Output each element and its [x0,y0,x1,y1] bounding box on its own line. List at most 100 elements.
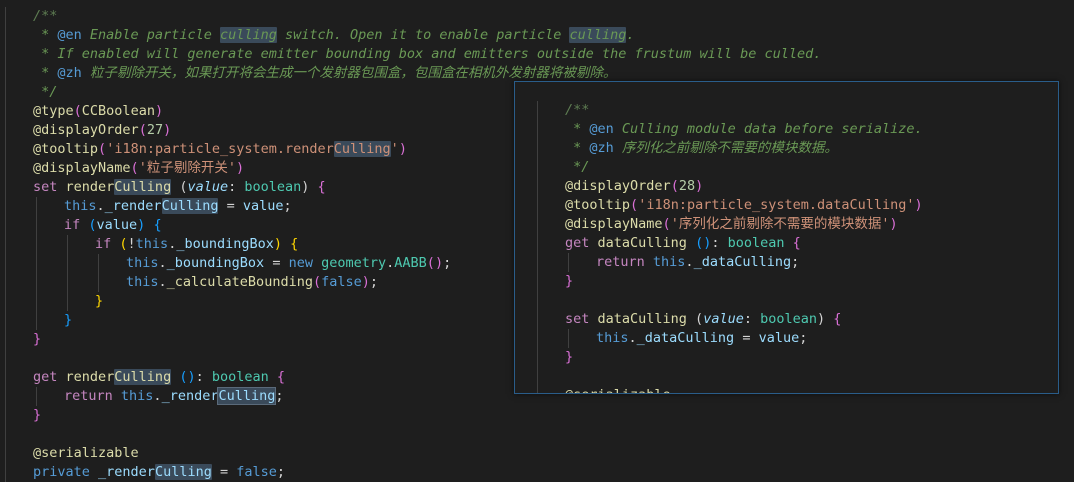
code-token: private [33,464,99,480]
code-line[interactable]: @serializable [565,386,671,393]
code-token: ( [670,178,679,194]
code-line[interactable]: @displayName('序列化之前剔除不需要的模块数据') [565,215,898,234]
code-line[interactable]: */ [33,83,57,102]
code-token: culling [569,27,627,43]
code-line[interactable]: @type(CCBoolean) [33,102,163,121]
code-line[interactable]: return this._dataCulling; [596,253,799,272]
code-token: geometry [321,255,387,271]
code-token: @ [33,122,42,138]
code-line[interactable]: } [33,330,41,349]
code-token: ( [312,274,322,290]
code-token: { [792,235,801,251]
code-line[interactable]: */ [565,158,589,177]
code-token: { [153,217,162,233]
code-token: '序列化之前剔除不需要的模块数据' [670,216,890,232]
code-token: ) [301,179,318,195]
code-line[interactable]: if (!this._boundingBox) { [95,235,298,254]
code-token: this [596,330,629,346]
code-token: tooltip [41,141,99,157]
code-line[interactable]: this._boundingBox = new geometry.AABB(); [126,254,451,273]
code-line[interactable]: set dataCulling (value: boolean) { [565,310,841,329]
code-line[interactable]: return this._renderCulling; [64,387,284,406]
code-token: _dataCulling [636,330,735,346]
code-token: _calculateBounding [166,274,313,290]
code-token: @ [565,178,574,194]
code-line[interactable]: /** [565,101,589,120]
code-token: ) [361,274,370,290]
code-line[interactable]: @tooltip('i18n:particle_system.dataCulli… [565,196,923,215]
indent-guide [5,7,6,482]
code-token: { [276,369,286,385]
code-line[interactable]: @displayOrder(28) [565,177,703,196]
code-token: Culling [333,141,391,157]
code-token: CCBoolean [81,103,155,119]
code-line[interactable]: private _renderCulling = false; [33,463,285,482]
code-line[interactable]: @displayName('粒子剔除开关') [33,159,244,178]
code-line[interactable]: get dataCulling (): boolean { [565,234,801,253]
code-token: ( [662,216,671,232]
code-line[interactable]: * @en Culling module data before seriali… [565,120,923,139]
code-line[interactable]: set renderCulling (value: boolean) { [33,178,326,197]
code-token: dataCulling [597,311,687,327]
code-token: value [242,198,284,214]
code-token: ; [369,274,379,290]
code-line[interactable]: * If enabled will generate emitter bound… [33,45,821,64]
code-token: @zh [57,65,82,81]
indent-guide [36,197,37,216]
code-line[interactable]: } [64,311,72,330]
code-token: = [264,255,289,271]
code-token: displayName [573,216,663,232]
code-token: ) [163,122,172,138]
code-line[interactable]: } [565,272,573,291]
code-token: this [126,274,159,290]
code-token: 粒子剔除开关，如果打开将会生成一个发射器包围盒，包围盒在相机外发射器将被剔除。 [81,65,617,81]
code-line[interactable]: * @en Enable particle culling switch. Op… [33,26,635,45]
code-token: boolean [211,369,269,385]
code-token: ( [119,236,128,252]
code-token: ; [276,464,286,480]
code-line[interactable]: @tooltip('i18n:particle_system.renderCul… [33,140,407,159]
code-line[interactable]: /** [33,7,57,26]
code-token: ) [889,216,898,232]
code-token: render [65,179,115,195]
code-line[interactable]: @serializable [33,444,139,463]
peek-definition-panel[interactable]: /** * @en Culling module data before ser… [514,81,1059,394]
code-line[interactable]: this._dataCulling = value; [596,329,807,348]
code-line[interactable]: get renderCulling (): boolean { [33,368,285,387]
code-line[interactable]: @displayOrder(27) [33,121,171,140]
code-token: ( [426,255,435,271]
code-token: 'i18n:particle_system.dataCulling' [638,197,915,213]
code-token: render [65,369,115,385]
code-token: value [758,330,800,346]
code-token: type [41,103,74,119]
code-token: @ [33,160,42,176]
code-token: : [711,235,728,251]
code-token: ; [283,198,292,214]
code-token: displayOrder [573,178,671,194]
code-token: boolean [244,179,302,195]
code-line[interactable]: if (value) { [64,216,162,235]
code-token: { [290,236,299,252]
code-token: ) [914,197,923,213]
code-editor[interactable]: /** * @en Enable particle culling switch… [0,0,1074,482]
code-token: ( [686,311,704,327]
indent-guide [98,273,99,292]
code-token: 27 [146,122,164,138]
code-line[interactable]: this._calculateBounding(false); [126,273,378,292]
code-token: @ [33,141,42,157]
code-line[interactable]: } [95,292,103,311]
code-line[interactable]: } [33,406,41,425]
code-token: @en [57,27,82,43]
code-token: 28 [678,178,696,194]
code-line[interactable]: * @zh 序列化之前剔除不需要的模块数据。 [565,139,838,158]
code-token: set [565,311,598,327]
code-token: ( [130,160,139,176]
code-token: ; [443,255,452,271]
code-token: get [33,369,66,385]
indent-guide [98,254,99,273]
code-line[interactable]: this._renderCulling = value; [64,197,292,216]
indent-guide [36,235,37,254]
code-line[interactable]: } [565,348,573,367]
code-token: value [703,311,744,327]
